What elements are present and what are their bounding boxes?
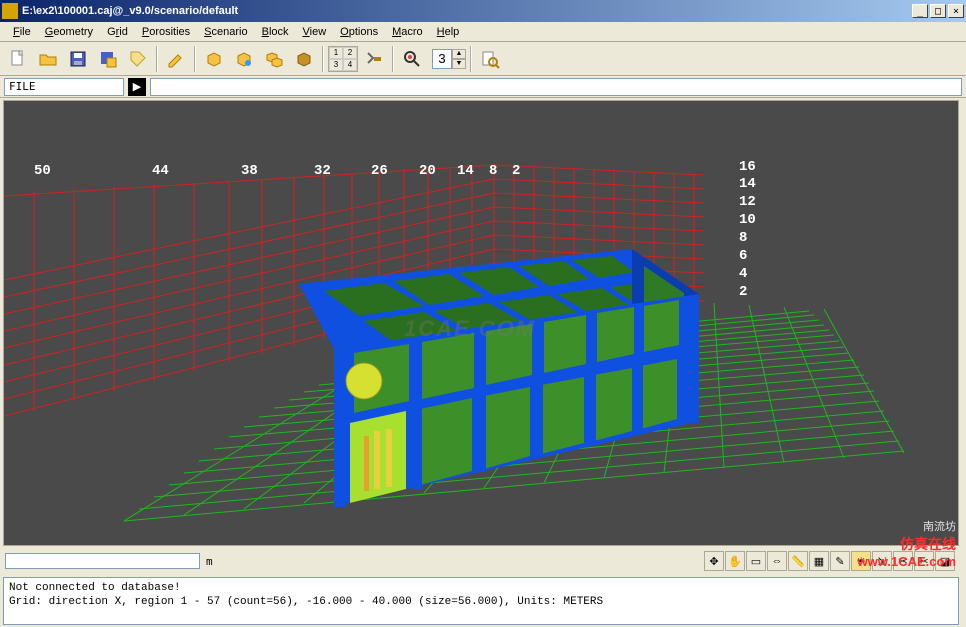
x-tick-38: 38 (241, 163, 258, 179)
layer-spinner[interactable]: ▲▼ (432, 49, 466, 69)
status-line-3: Grid: direction X, region 1 - 57 (count=… (9, 595, 953, 609)
center-watermark: 1CAE.COM (404, 316, 536, 342)
z-tick-2: 2 (739, 284, 747, 300)
spinner-down[interactable]: ▼ (452, 59, 466, 69)
spinner-up[interactable]: ▲ (452, 49, 466, 59)
zoom-color-button[interactable] (398, 46, 426, 72)
watermark-url: www.1CAE.com (858, 554, 956, 569)
app-icon (2, 3, 18, 19)
z-tick-6: 6 (739, 248, 747, 264)
layer-spinner-value[interactable] (432, 49, 452, 69)
x-tick-14: 14 (457, 163, 474, 179)
nav-arrows-button[interactable]: ✥ (704, 551, 724, 571)
menu-view[interactable]: View (296, 24, 334, 40)
grid-1234-button[interactable]: 1234 (328, 46, 358, 72)
command-input[interactable] (150, 78, 962, 96)
save-report-button[interactable] (94, 46, 122, 72)
window-title: E:\ex2\100001.caj@_v9.0/scenario/default (22, 5, 910, 17)
menu-options[interactable]: Options (333, 24, 385, 40)
menu-help[interactable]: Help (430, 24, 467, 40)
cube-stack-button[interactable] (260, 46, 288, 72)
pencil-button[interactable] (162, 46, 190, 72)
menu-geometry[interactable]: Geometry (38, 24, 100, 40)
open-button[interactable] (34, 46, 62, 72)
x-tick-2: 2 (512, 163, 520, 179)
command-bar: FILE ▶ (0, 76, 966, 98)
zoom-page-button[interactable] (476, 46, 504, 72)
building-model (299, 249, 699, 507)
grid-toggle-button[interactable]: ▦ (809, 551, 829, 571)
x-tick-50: 50 (34, 163, 51, 179)
toolbar: 1234 ▲▼ (0, 42, 966, 76)
x-tick-20: 20 (419, 163, 436, 179)
menu-scenario[interactable]: Scenario (197, 24, 254, 40)
viewport-3d[interactable]: 50 44 38 32 26 20 14 8 2 16 14 12 10 8 6… (3, 100, 959, 546)
command-mode-label[interactable]: FILE (4, 78, 124, 96)
x-tick-26: 26 (371, 163, 388, 179)
x-tick-32: 32 (314, 163, 331, 179)
cube-blue-button[interactable] (230, 46, 258, 72)
menu-bar: File Geometry Grid Porosities Scenario B… (0, 22, 966, 42)
status-line-1: Not connected to database! (9, 581, 953, 595)
scale-unit-label: m (206, 555, 213, 568)
minimize-button[interactable]: _ (912, 4, 928, 18)
hammer-button[interactable] (360, 46, 388, 72)
cube-yellow-button[interactable] (200, 46, 228, 72)
maximize-button[interactable]: □ (930, 4, 946, 18)
menu-porosities[interactable]: Porosities (135, 24, 197, 40)
bottom-bar: m ✥ ✋ ▭ ⇔ 📏 ▦ ✎ ☀ ⇲ ✂ ✂ ◪ (3, 549, 959, 573)
z-tick-4: 4 (739, 266, 747, 282)
title-bar: E:\ex2\100001.caj@_v9.0/scenario/default… (0, 0, 966, 22)
menu-macro[interactable]: Macro (385, 24, 430, 40)
z-tick-16: 16 (739, 159, 756, 175)
menu-grid[interactable]: Grid (100, 24, 135, 40)
cube-dark-button[interactable] (290, 46, 318, 72)
save-button[interactable] (64, 46, 92, 72)
status-area: Not connected to database! Grid: directi… (3, 577, 959, 625)
watermark-overlay: 南流坊 仿真在线 www.1CAE.com (858, 518, 956, 569)
pan-hand-button[interactable]: ✋ (725, 551, 745, 571)
z-tick-10: 10 (739, 212, 756, 228)
measure-button[interactable]: ⇔ (767, 551, 787, 571)
tag-button[interactable] (124, 46, 152, 72)
x-tick-8: 8 (489, 163, 497, 179)
watermark-brand1: 南流坊 (858, 518, 956, 534)
close-button[interactable]: × (948, 4, 964, 18)
play-icon: ▶ (133, 80, 141, 93)
box-select-button[interactable]: ▭ (746, 551, 766, 571)
menu-file[interactable]: File (6, 24, 38, 40)
z-tick-14: 14 (739, 176, 756, 192)
watermark-brand2: 仿真在线 (858, 534, 956, 554)
z-tick-8: 8 (739, 230, 747, 246)
z-tick-12: 12 (739, 194, 756, 210)
scale-ruler (5, 553, 200, 569)
menu-block[interactable]: Block (255, 24, 296, 40)
command-go-button[interactable]: ▶ (128, 78, 146, 96)
ruler-button[interactable]: 📏 (788, 551, 808, 571)
new-file-button[interactable] (4, 46, 32, 72)
edit-pencil-button[interactable]: ✎ (830, 551, 850, 571)
x-tick-44: 44 (152, 163, 169, 179)
